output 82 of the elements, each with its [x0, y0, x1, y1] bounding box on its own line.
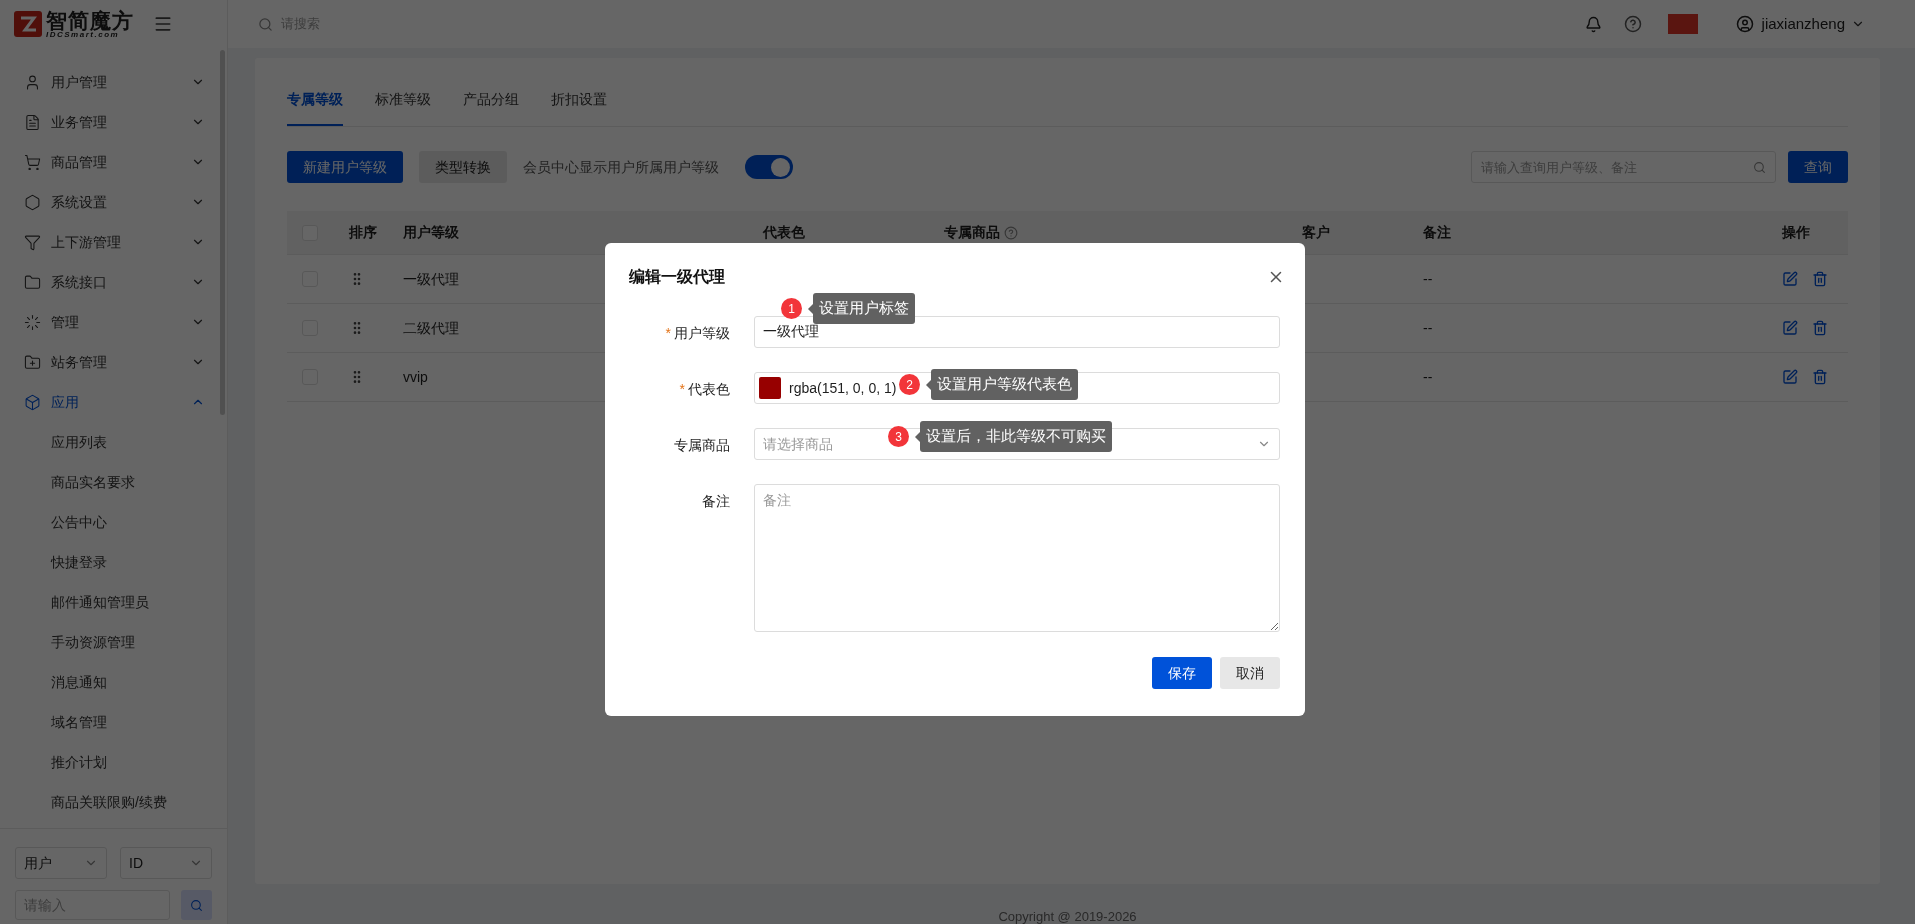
query-button[interactable]: 查询 [1788, 151, 1848, 183]
copyright-text: Copyright @ 2019-2026 [998, 910, 1137, 924]
field-label: 专属商品 [674, 436, 730, 455]
sidebar-subitem[interactable]: 公告中心 [0, 502, 227, 542]
step-number: 2 [899, 374, 920, 395]
sidebar-subitem[interactable]: 域名管理 [0, 702, 227, 742]
flag-icon[interactable] [1667, 14, 1698, 34]
column-header: 专属商品 [944, 223, 1000, 242]
required-asterisk: * [665, 324, 671, 343]
color-swatch[interactable] [759, 377, 781, 399]
edit-icon[interactable] [1782, 369, 1798, 385]
field-label: 备注 [702, 492, 730, 511]
field-label: 代表色 [688, 380, 730, 399]
logo-icon [14, 11, 42, 37]
tooltip: 设置用户标签 [813, 293, 915, 324]
help-icon [1004, 225, 1018, 240]
folder-icon [24, 273, 41, 291]
edit-icon[interactable] [1782, 271, 1798, 287]
menu-icon[interactable] [153, 14, 173, 34]
filter-icon [24, 233, 41, 251]
table-cell: 二级代理 [403, 319, 459, 336]
sidebar-subitem[interactable]: 邮件通知管理员 [0, 582, 227, 622]
dialog-title: 编辑一级代理 [629, 267, 725, 287]
toggle-label: 会员中心显示用户所属用户等级 [523, 157, 719, 177]
toggle-switch[interactable] [745, 155, 793, 179]
help-icon[interactable] [1623, 15, 1642, 33]
table-cell: vvip [403, 368, 428, 385]
cart-icon [24, 153, 41, 171]
search-icon [190, 898, 203, 912]
edit-icon[interactable] [1782, 320, 1798, 336]
tooltip: 设置用户等级代表色 [931, 369, 1078, 400]
sidebar-subitem[interactable]: 手动资源管理 [0, 622, 227, 662]
table-cell: 一级代理 [403, 270, 459, 287]
new-level-button[interactable]: 新建用户等级 [287, 151, 403, 183]
tab[interactable]: 标准等级 [375, 89, 431, 126]
tooltip: 设置后，非此等级不可购买 [920, 421, 1112, 452]
trash-icon[interactable] [1812, 369, 1828, 385]
user-icon [1735, 15, 1754, 33]
type-select[interactable]: 用户 [15, 847, 107, 879]
column-header: 客户 [1302, 223, 1330, 242]
column-header: 排序 [349, 223, 377, 242]
sidebar-subitem[interactable]: 消息通知 [0, 662, 227, 702]
input-field[interactable]: 一级代理 [754, 316, 1280, 348]
tab[interactable]: 专属等级 [287, 89, 343, 126]
step-number: 3 [888, 426, 909, 447]
field-label: 用户等级 [674, 324, 730, 343]
trash-icon[interactable] [1812, 320, 1828, 336]
folder-plus-icon [24, 353, 41, 371]
user-icon [24, 73, 41, 91]
step-number: 1 [781, 298, 802, 319]
tab[interactable]: 折扣设置 [551, 89, 607, 126]
burst-icon [24, 313, 41, 331]
field-select[interactable]: ID [120, 847, 212, 879]
sidebar-subitem[interactable]: 商品实名要求 [0, 462, 227, 502]
hexagon-icon [24, 193, 41, 211]
note-field[interactable]: 备注 [754, 484, 1280, 632]
column-header: 代表色 [763, 223, 805, 242]
column-header: 操作 [1782, 223, 1810, 242]
sidebar-subitem[interactable]: 推介计划 [0, 742, 227, 782]
logo-subtext: IDCSmart.com [46, 30, 120, 39]
table-cell: -- [1423, 368, 1433, 385]
document-icon [24, 113, 41, 131]
sidebar-subitem[interactable]: 快捷登录 [0, 542, 227, 582]
table-cell: -- [1423, 270, 1433, 287]
tab[interactable]: 产品分组 [463, 89, 519, 126]
bell-icon[interactable] [1584, 15, 1602, 33]
convert-button[interactable]: 类型转换 [419, 151, 507, 183]
column-header: 用户等级 [403, 223, 459, 242]
cube-icon [24, 393, 41, 411]
sidebar-subitem[interactable]: 应用列表 [0, 422, 227, 462]
table-cell: -- [1423, 319, 1433, 336]
required-asterisk: * [679, 380, 685, 399]
save-button[interactable]: 保存 [1152, 657, 1212, 689]
search-icon [258, 16, 273, 32]
column-header: 备注 [1423, 223, 1451, 242]
logo-text: 智简魔方 [46, 9, 134, 31]
cancel-button[interactable]: 取消 [1220, 657, 1280, 689]
username[interactable]: jiaxianzheng [1761, 12, 1845, 36]
trash-icon[interactable] [1812, 271, 1828, 287]
search-icon [1753, 161, 1766, 174]
search-button[interactable] [181, 890, 212, 920]
sidebar-subitem[interactable]: 商品关联限购/续费 [0, 782, 227, 822]
